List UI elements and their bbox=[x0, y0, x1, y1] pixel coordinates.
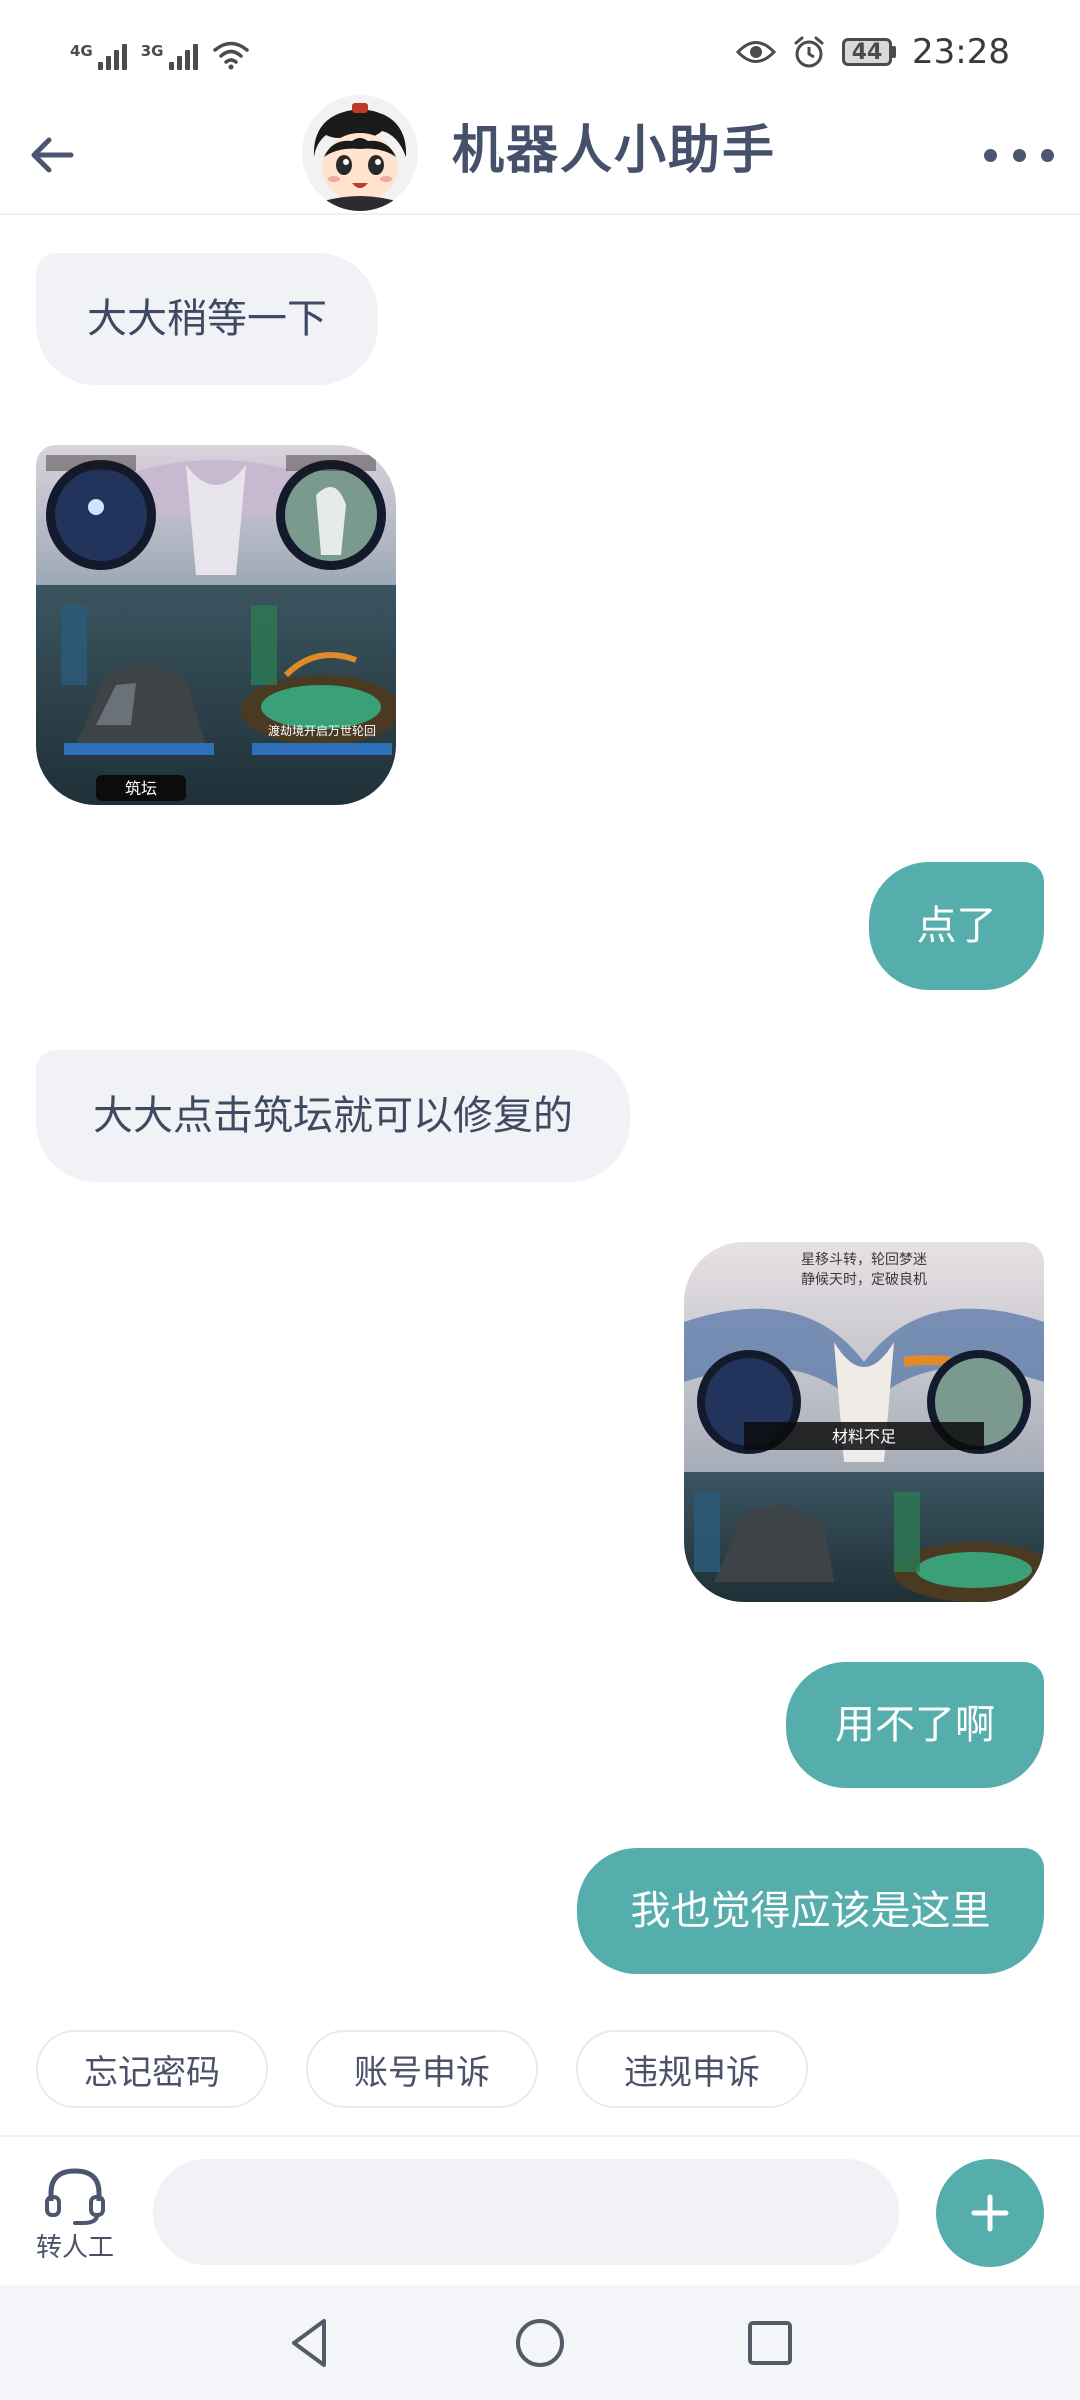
status-time: 23:28 bbox=[912, 32, 1010, 72]
status-left: 4G 3G bbox=[70, 30, 250, 70]
nav-home-button[interactable] bbox=[510, 2313, 570, 2373]
user-image-message[interactable]: 材料不足 星移斗转，轮回梦迷 静候天时，定破良机 bbox=[684, 1242, 1044, 1602]
reincarnation-label: 渡劫境开启万世轮回 bbox=[268, 723, 376, 738]
more-icon-dot bbox=[1012, 148, 1026, 162]
user-message[interactable]: 用不了啊 bbox=[786, 1662, 1044, 1788]
wifi-icon bbox=[212, 41, 249, 70]
back-arrow-icon bbox=[31, 137, 74, 173]
chat-header: 机器人小助手 bbox=[0, 95, 1080, 215]
bot-message[interactable]: 大大稍等一下 bbox=[36, 253, 378, 385]
avatar[interactable] bbox=[302, 95, 418, 211]
network-type-1: 4G bbox=[70, 42, 93, 60]
poem-line-2: 静候天时，定破良机 bbox=[801, 1272, 927, 1288]
status-right: 44 23:28 bbox=[736, 28, 1010, 76]
battery-level: 44 bbox=[842, 38, 893, 66]
back-button[interactable] bbox=[22, 125, 82, 185]
quick-reply-forgot-password[interactable]: 忘记密码 bbox=[36, 2030, 268, 2108]
plus-icon bbox=[971, 2194, 1009, 2232]
game-screenshot-image: 筑坛 渡劫境开启万世轮回 bbox=[36, 445, 396, 805]
battery-icon: 44 bbox=[842, 38, 897, 66]
network-type-2: 3G bbox=[140, 42, 164, 60]
bot-image-message[interactable]: 筑坛 渡劫境开启万世轮回 bbox=[36, 445, 396, 805]
recents-square-icon bbox=[748, 2321, 792, 2365]
signal-icon-2: 3G bbox=[141, 44, 198, 70]
transfer-to-human-button[interactable]: 转人工 bbox=[20, 2167, 130, 2267]
headset-icon bbox=[45, 2168, 105, 2225]
back-triangle-icon bbox=[292, 2319, 326, 2367]
quick-reply-violation-appeal[interactable]: 违规申诉 bbox=[576, 2030, 808, 2108]
nav-back-button[interactable] bbox=[280, 2313, 340, 2373]
message-input[interactable] bbox=[153, 2159, 899, 2265]
signal-icon: 4G bbox=[70, 44, 127, 70]
bot-message[interactable]: 大大点击筑坛就可以修复的 bbox=[36, 1050, 630, 1182]
user-message[interactable]: 点了 bbox=[869, 862, 1044, 990]
quick-reply-account-appeal[interactable]: 账号申诉 bbox=[306, 2030, 538, 2108]
status-bar: 4G 3G 44 23:28 bbox=[0, 0, 1080, 95]
insufficient-label: 材料不足 bbox=[832, 1427, 896, 1446]
forge-label: 筑坛 bbox=[125, 779, 157, 798]
user-message[interactable]: 我也觉得应该是这里 bbox=[577, 1848, 1044, 1974]
more-icon-dot bbox=[1041, 148, 1054, 162]
transfer-label: 转人工 bbox=[35, 2233, 114, 2263]
system-nav-bar bbox=[0, 2285, 1080, 2400]
more-icon-dot bbox=[984, 148, 997, 162]
poem-line-1: 星移斗转，轮回梦迷 bbox=[801, 1252, 927, 1268]
eye-icon bbox=[736, 41, 777, 63]
chat-title: 机器人小助手 bbox=[452, 121, 777, 181]
alarm-icon bbox=[794, 36, 824, 68]
input-bar: 转人工 bbox=[0, 2135, 1080, 2287]
game-screenshot-image: 材料不足 星移斗转，轮回梦迷 静候天时，定破良机 bbox=[684, 1242, 1044, 1602]
plus-button[interactable] bbox=[936, 2159, 1044, 2267]
more-button[interactable] bbox=[984, 135, 1054, 175]
home-circle-icon bbox=[516, 2319, 564, 2367]
nav-recents-button[interactable] bbox=[740, 2313, 800, 2373]
